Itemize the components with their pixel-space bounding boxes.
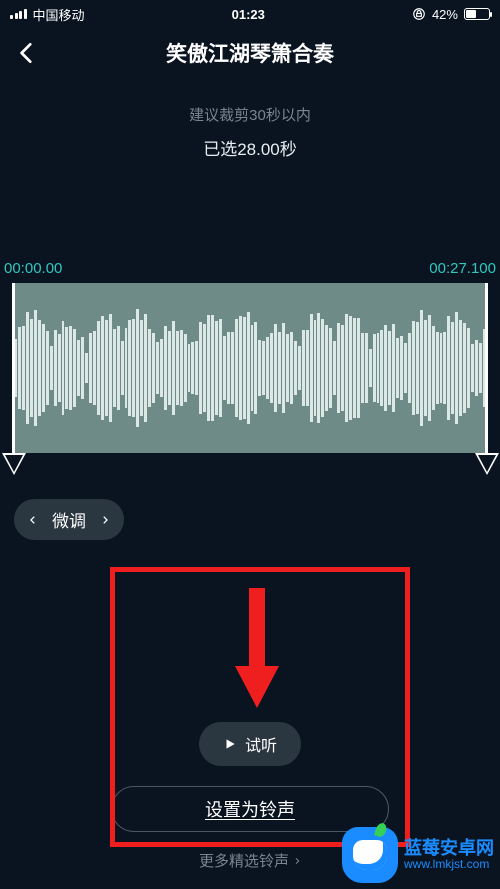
chevron-left-icon — [28, 513, 38, 527]
status-bar: 中国移动 01:23 42% — [0, 0, 500, 28]
trim-handle-right[interactable] — [485, 283, 488, 453]
preview-label: 试听 — [245, 732, 277, 756]
battery-icon — [464, 8, 490, 20]
more-label: 更多精选铃声 — [199, 850, 289, 871]
selected-duration: 已选28.00秒 — [0, 135, 500, 160]
time-end: 00:27.100 — [429, 260, 496, 277]
time-start: 00:00.00 — [4, 260, 62, 277]
chevron-right-icon — [293, 855, 301, 867]
watermark-name: 蓝莓安卓网 — [404, 839, 494, 859]
carrier-label: 中国移动 — [33, 5, 85, 24]
waveform-area[interactable] — [0, 283, 500, 453]
annotation-arrow — [235, 588, 279, 708]
set-ringtone-button[interactable]: 设置为铃声 — [111, 786, 389, 832]
status-left: 中国移动 — [10, 5, 85, 24]
signal-icon — [10, 9, 27, 19]
chevron-right-icon — [100, 513, 110, 527]
waveform-editor: 00:00.00 00:27.100 — [0, 260, 500, 453]
watermark-logo — [342, 827, 398, 883]
back-button[interactable] — [14, 40, 40, 66]
clock: 01:23 — [232, 7, 265, 22]
time-labels: 00:00.00 00:27.100 — [0, 260, 500, 277]
watermark: 蓝莓安卓网 www.lmkjst.com — [342, 827, 494, 883]
more-ringtones-link[interactable]: 更多精选铃声 — [199, 850, 301, 871]
trim-hint: 建议裁剪30秒以内 — [0, 104, 500, 125]
orientation-lock-icon — [412, 7, 426, 21]
page-title: 笑傲江湖琴箫合奏 — [166, 38, 334, 68]
status-right: 42% — [412, 7, 490, 22]
battery-pct: 42% — [432, 7, 458, 22]
waveform — [14, 283, 486, 453]
watermark-url: www.lmkjst.com — [404, 858, 489, 871]
fine-tune-label: 微调 — [52, 507, 86, 532]
nav-header: 笑傲江湖琴箫合奏 — [0, 28, 500, 78]
play-icon — [223, 737, 237, 751]
set-ringtone-label: 设置为铃声 — [205, 796, 295, 822]
trim-handle-left[interactable] — [12, 283, 15, 453]
preview-button[interactable]: 试听 — [199, 722, 301, 766]
watermark-text: 蓝莓安卓网 www.lmkjst.com — [404, 839, 494, 872]
fine-tune-button[interactable]: 微调 — [14, 499, 124, 540]
